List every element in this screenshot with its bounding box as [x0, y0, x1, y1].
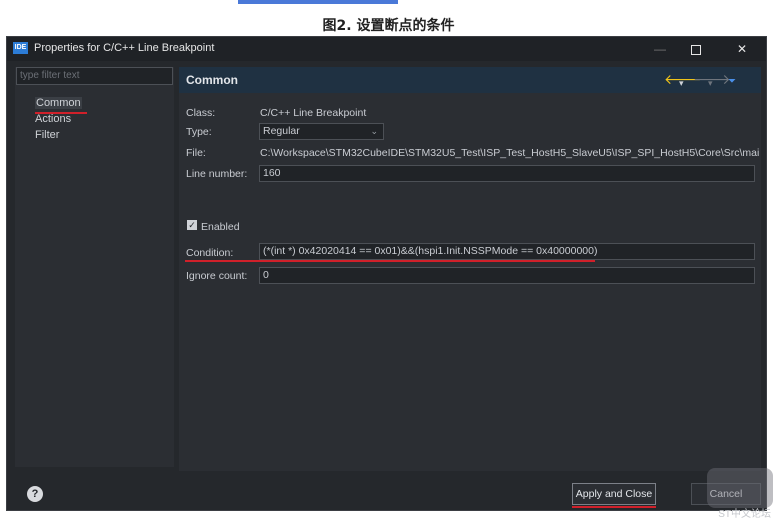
filter-input[interactable]: type filter text [16, 67, 173, 85]
enabled-checkbox[interactable]: ✓ [187, 220, 197, 230]
forum-watermark-logo [707, 468, 773, 508]
class-label: Class: [186, 107, 216, 119]
maximize-icon [691, 44, 701, 55]
top-link-bar [238, 0, 398, 4]
title-bar: IDE Properties for C/C++ Line Breakpoint… [7, 37, 766, 61]
type-select[interactable]: Regular ⌄ [259, 123, 384, 140]
enabled-label: Enabled [201, 221, 240, 233]
chevron-down-icon: ⌄ [370, 126, 378, 136]
red-underline-apply [572, 506, 656, 508]
forward-dropdown-icon[interactable]: ▾ [708, 76, 713, 90]
tree-item-actions[interactable]: Actions [35, 113, 71, 125]
ignore-count-label: Ignore count: [186, 270, 248, 282]
close-button[interactable]: ✕ [728, 40, 756, 58]
page-title: Common [186, 73, 238, 87]
type-label: Type: [186, 126, 212, 138]
file-label: File: [186, 147, 206, 159]
maximize-button[interactable] [682, 40, 710, 58]
class-value: C/C++ Line Breakpoint [260, 107, 367, 119]
back-dropdown-icon[interactable]: ▾ [679, 76, 684, 90]
forum-watermark-text: ST中文论坛 [718, 509, 771, 520]
condition-label: Condition: [186, 247, 234, 259]
button-bar: ? Apply and Close Cancel [7, 479, 766, 510]
navigation-pane: type filter text Common Actions Filter [15, 67, 174, 467]
tree-item-common[interactable]: Common [35, 97, 82, 109]
minimize-button[interactable]: — [646, 40, 674, 58]
properties-dialog: IDE Properties for C/C++ Line Breakpoint… [6, 36, 767, 511]
page-header: Common 🡐 ▾ 🡒 ▾ ⏷ [179, 67, 761, 93]
view-menu-icon[interactable]: ⏷ [728, 75, 736, 89]
red-underline-condition [185, 260, 595, 262]
ignore-count-field[interactable]: 0 [259, 267, 755, 284]
apply-and-close-button[interactable]: Apply and Close [572, 483, 656, 505]
help-icon[interactable]: ? [27, 486, 43, 502]
type-select-value: Regular [263, 125, 300, 137]
tree-item-filter[interactable]: Filter [35, 129, 59, 141]
figure-caption: 图2. 设置断点的条件 [322, 18, 455, 34]
condition-field[interactable]: (*(int *) 0x42020414 == 0x01)&&(hspi1.In… [259, 243, 755, 260]
dialog-title: Properties for C/C++ Line Breakpoint [34, 42, 215, 54]
properties-pane: Common 🡐 ▾ 🡒 ▾ ⏷ Class: C/C++ Line Break… [179, 67, 761, 471]
line-number-label: Line number: [186, 168, 248, 180]
ide-app-icon: IDE [13, 42, 28, 54]
line-number-field[interactable]: 160 [259, 165, 755, 182]
file-value: C:\Workspace\STM32CubeIDE\STM32U5_Test\I… [260, 147, 760, 159]
